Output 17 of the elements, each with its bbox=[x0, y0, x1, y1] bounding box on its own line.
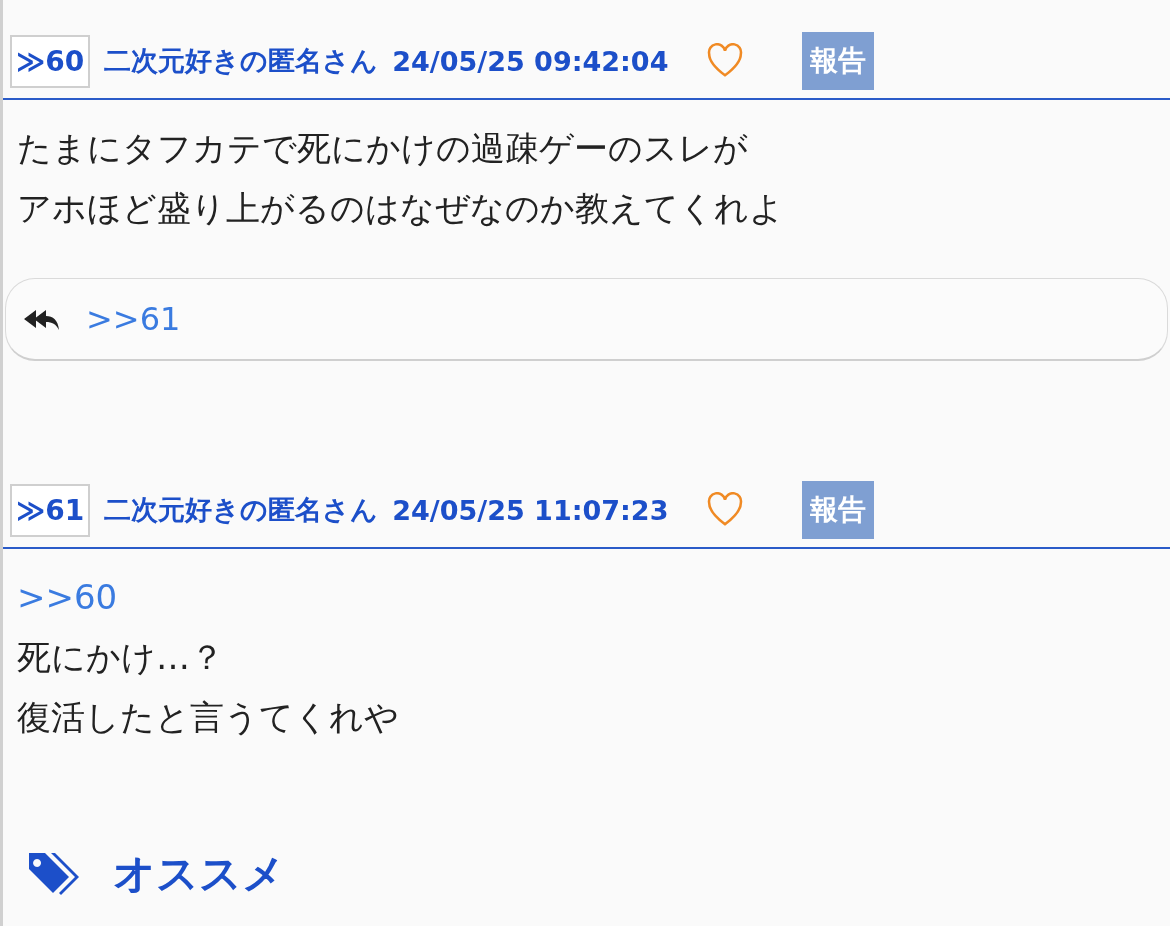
post-text: たまにタフカテで死にかけの過疎ゲーのスレが bbox=[17, 127, 749, 170]
report-button[interactable]: 報告 bbox=[802, 481, 875, 539]
post-text: アホほど盛り上がるのはなぜなのか教えてくれよ bbox=[17, 187, 785, 230]
heart-icon[interactable] bbox=[706, 492, 745, 528]
post-text: 復活したと言うてくれや bbox=[17, 696, 400, 739]
post-date: 24/05/25 09:42:04 bbox=[392, 45, 669, 77]
post-text: 死にかけ…？ bbox=[17, 636, 225, 679]
post-date: 24/05/25 11:07:23 bbox=[392, 494, 669, 526]
recommend-heading: オススメ bbox=[113, 850, 285, 898]
reply-link[interactable]: >>61 bbox=[86, 300, 181, 338]
reply-anchor-link[interactable]: >>60 bbox=[17, 567, 118, 627]
post-number-link[interactable]: ≫60 bbox=[10, 34, 91, 88]
post-number-link[interactable]: ≫61 bbox=[10, 483, 91, 537]
heart-icon[interactable] bbox=[706, 43, 745, 79]
post-author: 二次元好きの匿名さん bbox=[104, 493, 379, 527]
report-button[interactable]: 報告 bbox=[802, 32, 875, 90]
post-author: 二次元好きの匿名さん bbox=[104, 44, 379, 78]
